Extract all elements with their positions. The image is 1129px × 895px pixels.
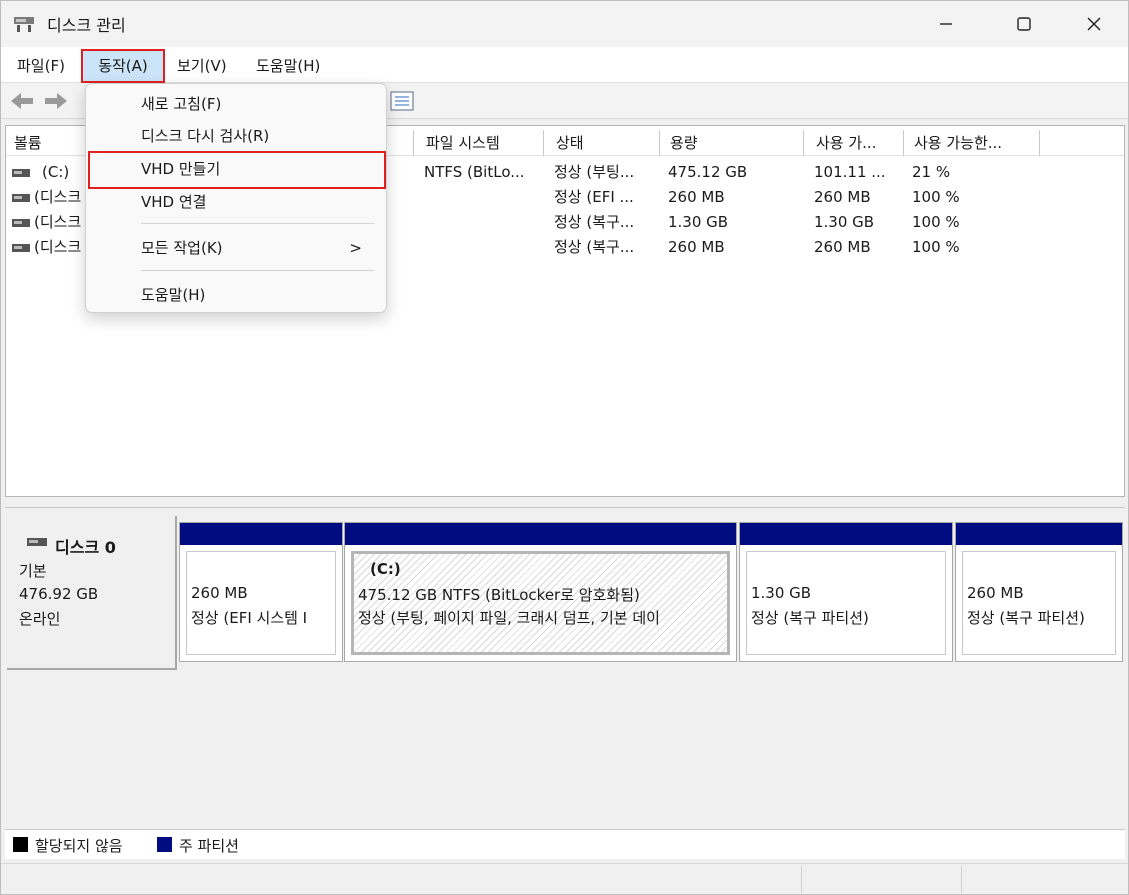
- primary-partition-bar: [180, 523, 342, 545]
- menu-separator: [141, 223, 374, 224]
- disk-management-icon: [14, 17, 34, 32]
- forward-arrow-icon[interactable]: [43, 91, 69, 111]
- pane-splitter[interactable]: [1, 497, 1128, 507]
- col-status[interactable]: 상태: [548, 130, 660, 156]
- partition-recovery-1[interactable]: 1.30 GB 정상 (복구 파티션): [739, 522, 953, 662]
- maximize-icon: [1017, 17, 1031, 31]
- legend-primary: 주 파티션: [179, 837, 239, 855]
- primary-partition-bar: [345, 523, 736, 545]
- window-title: 디스크 관리: [47, 16, 126, 35]
- status-bar: [1, 863, 1128, 894]
- drive-icon: [12, 169, 30, 177]
- back-arrow-icon[interactable]: [9, 91, 35, 111]
- menu-all-tasks-label: 모든 작업(K): [141, 239, 223, 257]
- menu-create-vhd[interactable]: VHD 만들기: [88, 151, 386, 189]
- col-free-percent[interactable]: 사용 가능한...: [906, 130, 1040, 156]
- col-free-space[interactable]: 사용 가...: [808, 130, 904, 156]
- partition-recovery-2[interactable]: 260 MB 정상 (복구 파티션): [955, 522, 1123, 662]
- menu-bar: 파일(F) 동작(A) 보기(V) 도움말(H): [1, 47, 1128, 83]
- menu-help-item[interactable]: 도움말(H): [90, 279, 384, 311]
- primary-partition-bar: [956, 523, 1122, 545]
- menu-view[interactable]: 보기(V): [171, 51, 233, 81]
- menu-separator: [141, 270, 374, 271]
- partition-efi[interactable]: 260 MB 정상 (EFI 시스템 I: [179, 522, 343, 662]
- disk-0-label[interactable]: 디스크 0 기본 476.92 GB 온라인: [7, 516, 177, 670]
- col-filesystem[interactable]: 파일 시스템: [418, 130, 544, 156]
- minimize-button[interactable]: [916, 1, 976, 47]
- col-capacity[interactable]: 용량: [662, 130, 804, 156]
- disk-size: 476.92 GB: [19, 585, 99, 603]
- disk-management-window: 디스크 관리 파일(F) 동작(A) 보기(V) 도움말(H) 볼륨 파일 시스…: [0, 0, 1129, 895]
- menu-help[interactable]: 도움말(H): [250, 51, 326, 81]
- menu-attach-vhd[interactable]: VHD 연결: [90, 186, 384, 218]
- disk-graph-pane: 디스크 0 기본 476.92 GB 온라인 260 MB 정상 (EFI 시스…: [5, 507, 1125, 829]
- disk-name: 디스크 0: [55, 538, 116, 557]
- disk-state: 온라인: [19, 610, 61, 628]
- title-bar: 디스크 관리: [1, 1, 1128, 47]
- close-button[interactable]: [1064, 1, 1124, 47]
- menu-action[interactable]: 동작(A): [81, 49, 165, 83]
- menu-all-tasks[interactable]: 모든 작업(K) >: [90, 232, 384, 264]
- properties-icon[interactable]: [389, 91, 415, 111]
- maximize-button[interactable]: [994, 1, 1054, 47]
- disk-type: 기본: [19, 562, 47, 580]
- partition-c[interactable]: (C:) 475.12 GB NTFS (BitLocker로 암호화됨) 정상…: [344, 522, 737, 662]
- action-menu-dropdown: 새로 고침(F) 디스크 다시 검사(R) VHD 만들기 VHD 연결 모든 …: [85, 83, 387, 313]
- minimize-icon: [940, 23, 952, 25]
- disk-icon: [27, 538, 47, 546]
- unallocated-swatch: [13, 837, 28, 852]
- close-icon: [1087, 17, 1101, 31]
- legend-unallocated: 할당되지 않음: [35, 837, 123, 855]
- menu-rescan-disks[interactable]: 디스크 다시 검사(R): [90, 120, 384, 152]
- legend: 할당되지 않음 주 파티션: [5, 829, 1125, 859]
- menu-refresh[interactable]: 새로 고침(F): [90, 88, 384, 120]
- chevron-right-icon: >: [349, 239, 362, 257]
- primary-partition-swatch: [157, 837, 172, 852]
- menu-file[interactable]: 파일(F): [11, 51, 71, 81]
- primary-partition-bar: [740, 523, 952, 545]
